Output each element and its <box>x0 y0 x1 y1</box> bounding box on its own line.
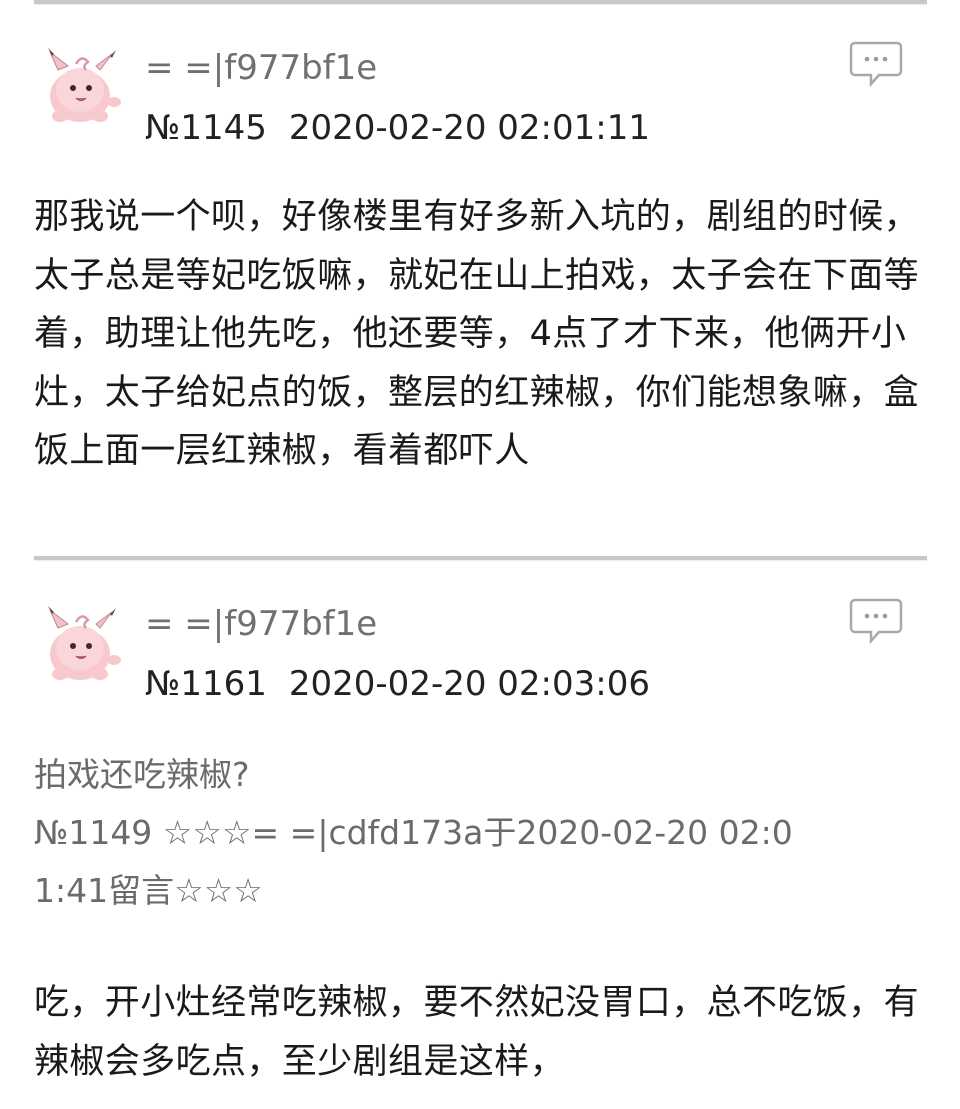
comment-bubble-icon[interactable] <box>849 41 903 87</box>
post-uid[interactable]: = =|f977bf1e <box>145 604 377 644</box>
post-number[interactable]: №1145 <box>145 108 267 148</box>
post-datetime: 2020-02-20 02:01:11 <box>288 108 650 148</box>
comment-bubble-icon[interactable] <box>849 598 903 644</box>
quote-text: 拍戏还吃辣椒? <box>34 755 250 794</box>
post-divider-top <box>34 0 927 4</box>
avatar-icon[interactable] <box>36 598 126 688</box>
quoted-reply[interactable]: 拍戏还吃辣椒? №1149 ☆☆☆= =|cdfd173a于2020-02-20… <box>34 746 929 920</box>
post-meta: №1161 2020-02-20 02:03:06 <box>145 664 650 704</box>
post-number[interactable]: №1161 <box>145 664 267 704</box>
avatar-icon[interactable] <box>36 40 126 130</box>
post-uid[interactable]: = =|f977bf1e <box>145 48 377 88</box>
post-meta: №1145 2020-02-20 02:01:11 <box>145 108 650 148</box>
quote-reference-cont: 1:41留言☆☆☆ <box>34 871 263 910</box>
post-divider <box>34 556 927 560</box>
post-body: 那我说一个呗，好像楼里有好多新入坑的，剧组的时候，太子总是等妃吃饭嘛，就妃在山上… <box>34 197 920 471</box>
post-datetime: 2020-02-20 02:03:06 <box>288 664 650 704</box>
quote-reference: №1149 ☆☆☆= =|cdfd173a于2020-02-20 02:0 <box>34 813 793 852</box>
post-body: 吃，开小灶经常吃辣椒，要不然妃没胃口，总不吃饭，有辣椒会多吃点，至少剧组是这样， <box>34 983 920 1082</box>
